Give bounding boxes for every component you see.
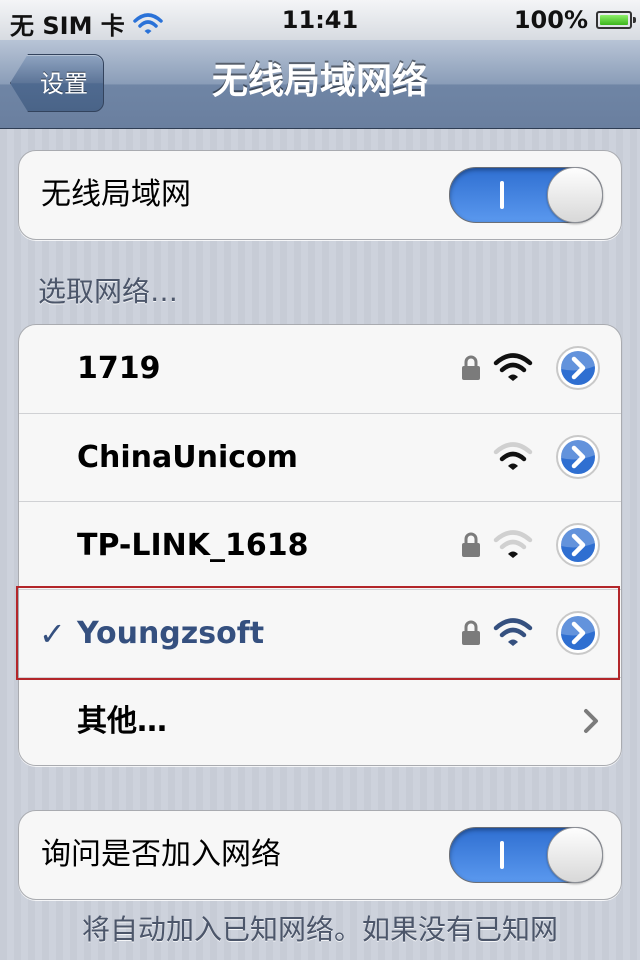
- ask-join-row: 询问是否加入网络: [19, 811, 621, 899]
- toggle-knob[interactable]: [547, 827, 603, 883]
- status-right: 100%: [513, 6, 636, 34]
- wifi-signal-icon: [493, 442, 533, 470]
- ask-join-group: 询问是否加入网络: [18, 810, 622, 900]
- wifi-toggle-group: 无线局域网: [18, 150, 622, 240]
- detail-disclosure-icon[interactable]: [555, 345, 601, 391]
- selection-highlight-box: [16, 586, 620, 680]
- footer-note: 将自动加入已知网络。如果没有已知网: [81, 913, 558, 946]
- battery-fill: [600, 15, 628, 25]
- wifi-toggle-label: 无线局域网: [41, 177, 191, 212]
- page-title: 无线局域网络: [211, 61, 428, 102]
- wifi-toggle-row: 无线局域网: [19, 151, 621, 239]
- ask-join-label: 询问是否加入网络: [41, 837, 281, 872]
- network-name: 1719: [77, 351, 161, 386]
- wifi-toggle-switch[interactable]: [449, 167, 603, 223]
- network-name: ChinaUnicom: [77, 440, 298, 475]
- status-bar: 无 SIM 卡 11:41 100%: [0, 0, 640, 41]
- section-header: 选取网络…: [38, 275, 179, 308]
- battery-percent: 100%: [513, 6, 588, 34]
- detail-disclosure-icon[interactable]: [555, 522, 601, 568]
- network-row-tp-link[interactable]: TP-LINK_1618: [19, 501, 621, 589]
- lock-icon: [462, 532, 480, 557]
- wifi-signal-icon: [493, 530, 533, 558]
- network-list: 1719 ChinaUnicom TP-LINK_1618 ✓ Youngzso…: [18, 324, 622, 766]
- navigation-bar: 设置 无线局域网络: [0, 40, 640, 129]
- ask-join-toggle-switch[interactable]: [449, 827, 603, 883]
- network-row-1719[interactable]: 1719: [19, 325, 621, 413]
- lock-icon: [462, 355, 480, 380]
- battery-icon: [596, 11, 636, 29]
- detail-disclosure-icon[interactable]: [555, 434, 601, 480]
- network-name: TP-LINK_1618: [77, 528, 309, 563]
- wifi-signal-icon: [493, 353, 533, 381]
- toggle-knob[interactable]: [547, 167, 603, 223]
- toggle-on-mark: [500, 841, 504, 869]
- chevron-right-icon: [584, 709, 598, 733]
- network-row-chinaunicom[interactable]: ChinaUnicom: [19, 413, 621, 501]
- other-network-label: 其他…: [77, 704, 167, 739]
- toggle-on-mark: [500, 181, 504, 209]
- other-network-row[interactable]: 其他…: [19, 677, 621, 765]
